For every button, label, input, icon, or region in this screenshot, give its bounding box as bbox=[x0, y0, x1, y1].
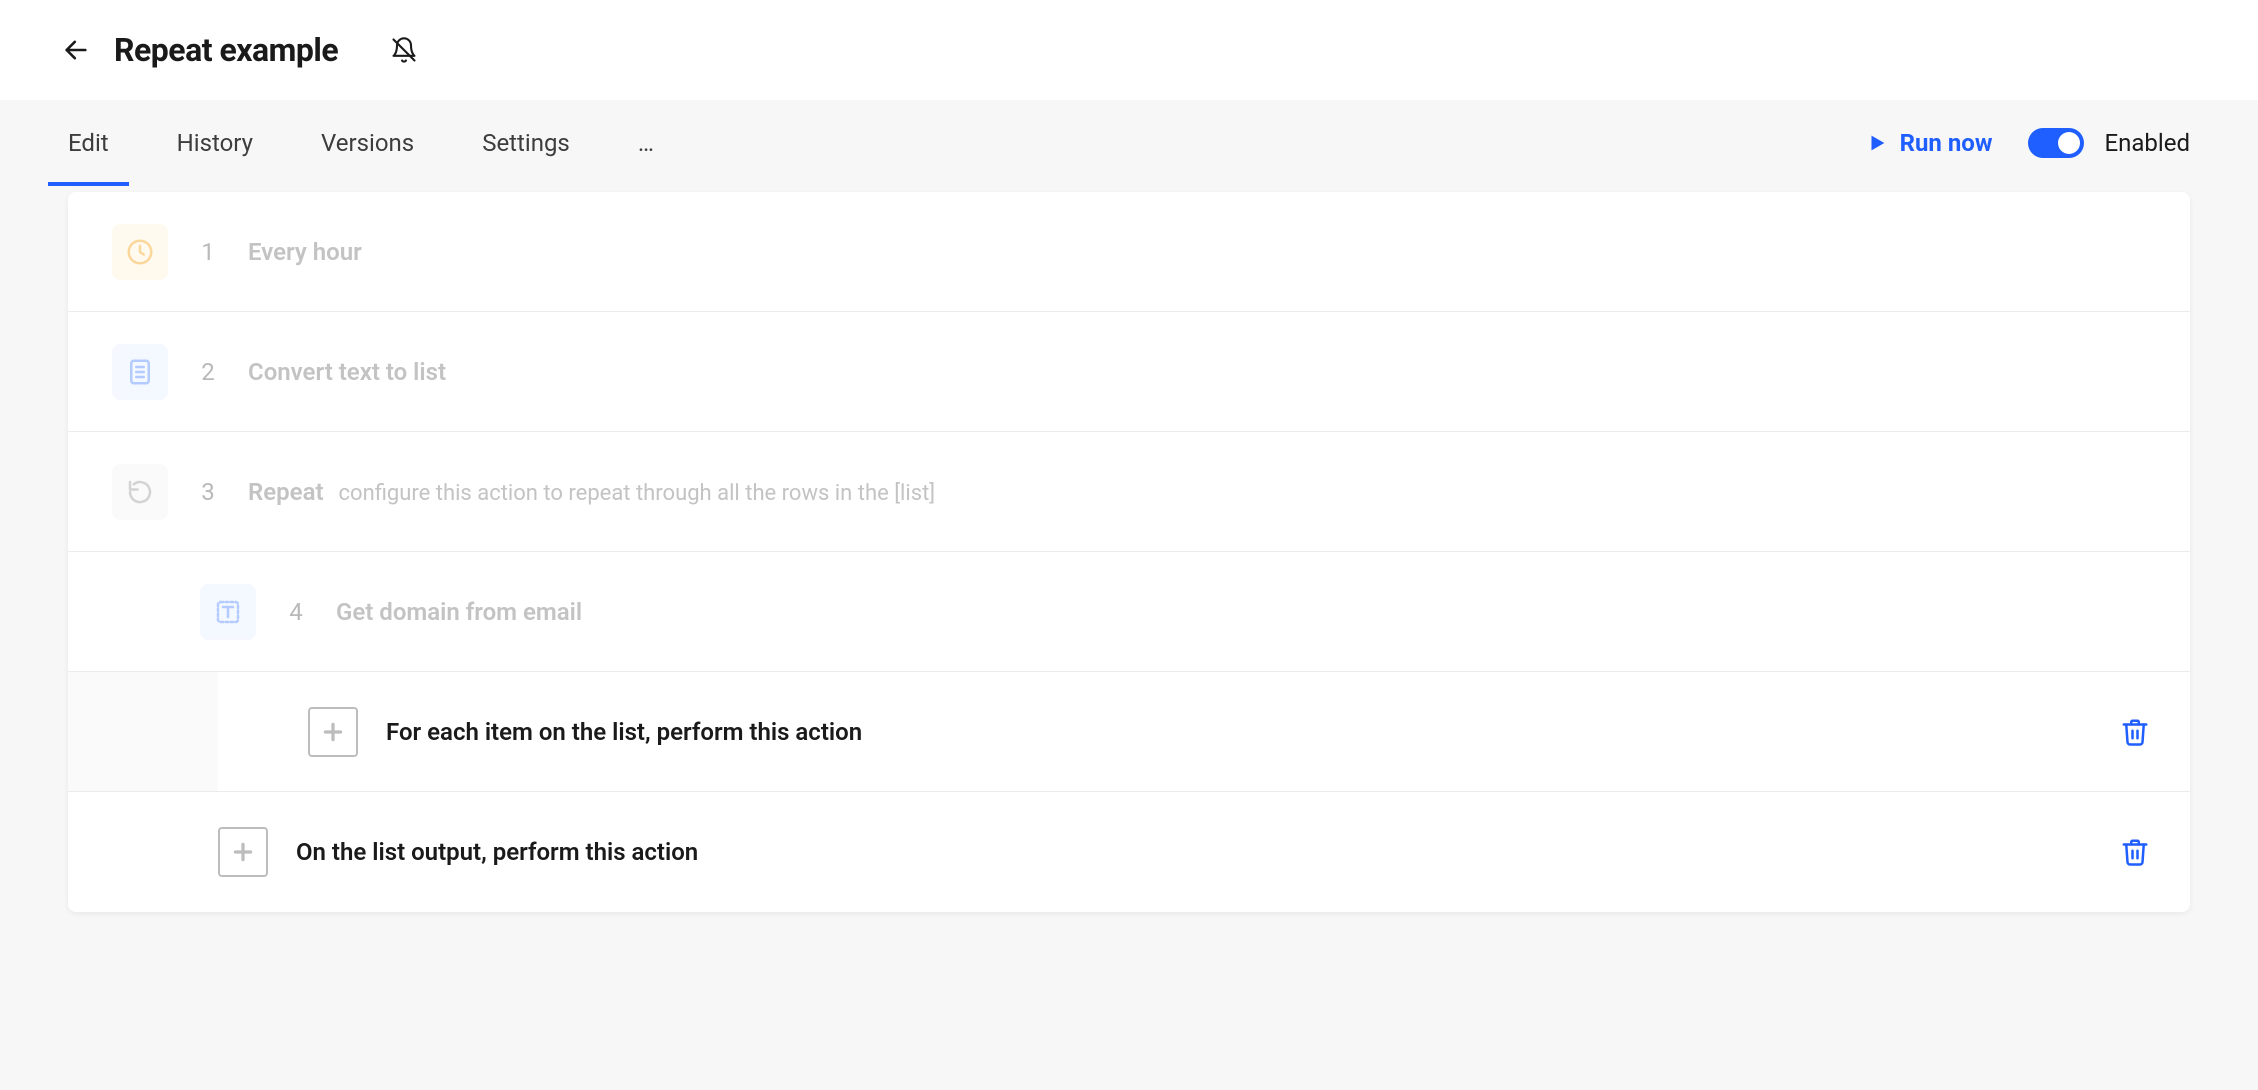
run-now-button[interactable]: Run now bbox=[1866, 129, 1993, 157]
outer-gutter bbox=[68, 792, 190, 912]
step-title: Every hour bbox=[248, 238, 362, 266]
delete-nested-step-button[interactable] bbox=[2120, 717, 2150, 747]
step-number: 4 bbox=[284, 598, 308, 626]
flow-step[interactable]: 1 Every hour bbox=[68, 192, 2190, 312]
step-title: Repeat bbox=[248, 478, 324, 506]
play-icon bbox=[1866, 132, 1888, 154]
enabled-label: Enabled bbox=[2104, 129, 2190, 157]
tab-versions[interactable]: Versions bbox=[321, 100, 414, 186]
repeat-icon bbox=[112, 464, 168, 520]
step-number: 3 bbox=[196, 478, 220, 506]
nested-gutter bbox=[68, 672, 218, 791]
step-number: 2 bbox=[196, 358, 220, 386]
step-title: Convert text to list bbox=[248, 358, 446, 386]
tab-edit[interactable]: Edit bbox=[68, 100, 109, 186]
flow-card: 1 Every hour 2 Convert text to list 3 Re… bbox=[68, 192, 2190, 912]
clock-icon bbox=[112, 224, 168, 280]
add-step-button[interactable] bbox=[218, 827, 268, 877]
step-title: Get domain from email bbox=[336, 598, 582, 626]
text-icon bbox=[200, 584, 256, 640]
step-number: 1 bbox=[196, 238, 220, 266]
back-arrow-icon[interactable] bbox=[62, 36, 90, 64]
add-step-nested-row: For each item on the list, perform this … bbox=[68, 672, 2190, 792]
tab-history[interactable]: History bbox=[177, 100, 253, 186]
page-title: Repeat example bbox=[114, 31, 338, 69]
flow-step[interactable]: 4 Get domain from email bbox=[68, 552, 2190, 672]
tab-more[interactable]: … bbox=[638, 100, 656, 186]
flow-step[interactable]: 2 Convert text to list bbox=[68, 312, 2190, 432]
add-nested-step-label: For each item on the list, perform this … bbox=[386, 718, 862, 746]
notifications-muted-icon[interactable] bbox=[390, 36, 418, 64]
flow-step[interactable]: 3 Repeat configure this action to repeat… bbox=[68, 432, 2190, 552]
add-step-row: On the list output, perform this action bbox=[68, 792, 2190, 912]
add-step-label: On the list output, perform this action bbox=[296, 838, 698, 866]
enabled-toggle[interactable] bbox=[2028, 128, 2084, 158]
run-now-label: Run now bbox=[1900, 129, 1993, 157]
add-nested-step-button[interactable] bbox=[308, 707, 358, 757]
list-icon bbox=[112, 344, 168, 400]
delete-step-button[interactable] bbox=[2120, 837, 2150, 867]
step-description: configure this action to repeat through … bbox=[339, 481, 936, 506]
tab-settings[interactable]: Settings bbox=[482, 100, 570, 186]
